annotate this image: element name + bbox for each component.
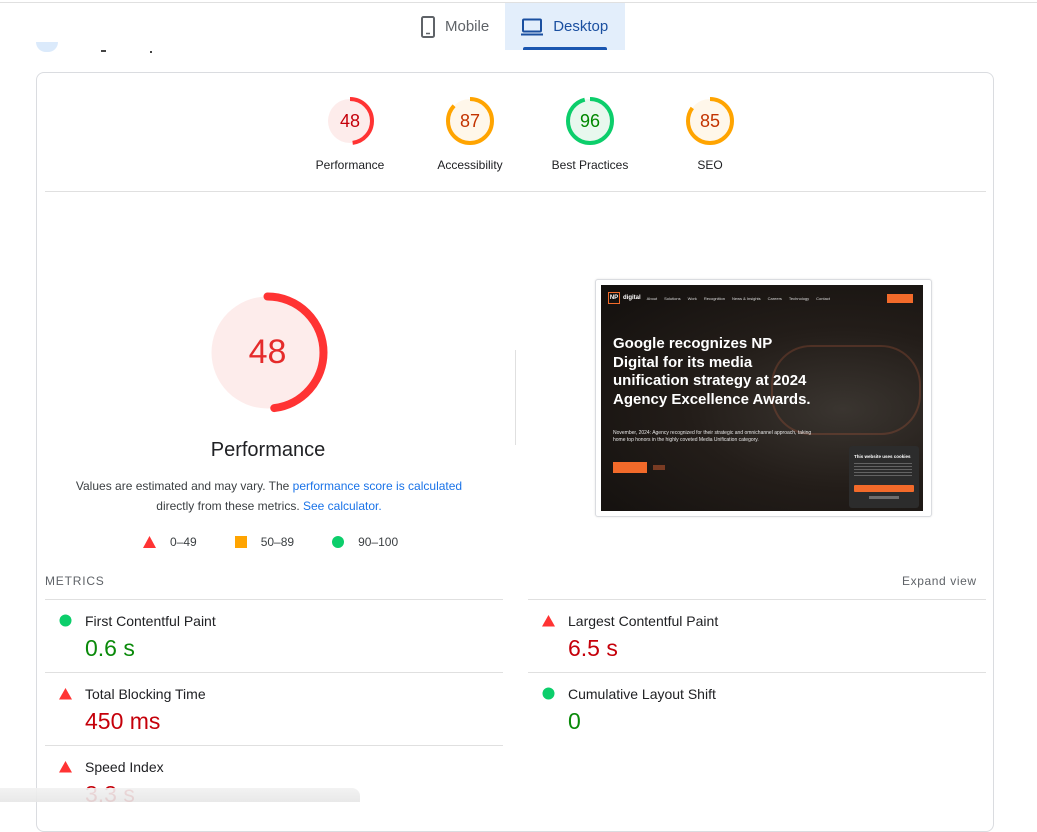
partial-url-favicon [36, 42, 58, 52]
partial-url-text [101, 50, 106, 52]
screenshot-image: NP digital About Solutions Work Recognit… [601, 285, 923, 511]
metric-value: 450 ms [85, 708, 161, 734]
gauge-label: Accessibility [437, 158, 503, 172]
score-legend: 0–49 50–89 90–100 [143, 535, 436, 549]
metric-speed-index: Speed Index 3.3 s [45, 745, 503, 819]
triangle-icon [59, 760, 72, 778]
gauge-label: Performance [315, 158, 385, 172]
triangle-icon [59, 687, 72, 705]
gauge-score: 85 [699, 111, 721, 131]
expand-view-button[interactable]: Expand view [902, 574, 977, 588]
final-screenshot[interactable]: NP digital About Solutions Work Recognit… [595, 279, 932, 517]
screenshot-secondary-link [653, 465, 665, 470]
screenshot-cta [613, 462, 647, 473]
circle-icon [59, 614, 72, 632]
gauge-seo[interactable]: 85 SEO [650, 96, 770, 172]
screenshot-subtext: November, 2024: Agency recognized for th… [613, 430, 812, 443]
gauge-score: 48 [339, 111, 361, 131]
screenshot-nav-button [887, 293, 913, 303]
tab-desktop[interactable]: Desktop [505, 3, 626, 50]
nav-link: Work [687, 295, 697, 301]
legend-range: 0–49 [170, 535, 197, 549]
legend-range: 50–89 [260, 535, 295, 549]
legend-pass: 90–100 [332, 535, 398, 549]
legend-average: 50–89 [234, 535, 295, 549]
legend-range: 90–100 [358, 535, 399, 549]
circle-icon [332, 536, 345, 548]
metric-name: Speed Index [85, 759, 164, 775]
nav-link: Contact [816, 295, 830, 301]
nav-link: Solutions [664, 295, 681, 301]
gauge-performance[interactable]: 48 Performance [290, 96, 410, 172]
metrics-heading: METRICS [45, 574, 105, 588]
circle-icon [542, 687, 555, 705]
np-logo: NP [608, 292, 620, 304]
screenshot-nav-links: About Solutions Work Recognition News & … [647, 296, 830, 301]
metric-fcp: First Contentful Paint 0.6 s [45, 599, 503, 673]
metric-name: Largest Contentful Paint [568, 613, 719, 629]
metric-name: First Contentful Paint [85, 613, 216, 629]
cookie-banner: This website uses cookies [849, 446, 919, 508]
metric-name: Cumulative Layout Shift [568, 686, 716, 702]
metric-value: 0.6 s [85, 635, 135, 661]
gauge-label: Best Practices [551, 158, 629, 172]
metric-cls: Cumulative Layout Shift 0 [528, 672, 986, 746]
device-tabs: Mobile Desktop [405, 3, 626, 50]
see-calculator-link[interactable]: See calculator. [303, 499, 382, 513]
gauge-accessibility[interactable]: 87 Accessibility [410, 96, 530, 172]
gauge-score: 87 [459, 111, 481, 131]
metric-value: 6.5 s [568, 635, 618, 661]
score-calculated-link[interactable]: performance score is calculated [293, 479, 462, 493]
performance-description: Values are estimated and may vary. The p… [60, 476, 478, 516]
tab-mobile-label: Mobile [445, 18, 490, 35]
performance-big-gauge: 48 [207, 292, 328, 413]
nav-link: Technology [788, 295, 810, 301]
triangle-icon [542, 614, 555, 632]
triangle-icon [143, 536, 156, 548]
gauges-divider [45, 191, 986, 192]
partial-url-text [150, 51, 152, 53]
cookie-accept [854, 485, 914, 492]
nav-link: News & Insights [731, 295, 761, 301]
tab-desktop-label: Desktop [553, 18, 609, 35]
tab-mobile[interactable]: Mobile [405, 3, 505, 50]
metric-value: 0 [568, 708, 581, 734]
smartphone-icon [421, 15, 435, 38]
gauge-score: 96 [579, 111, 601, 131]
desc-text: directly from these metrics. [156, 499, 303, 513]
bottom-overlay [0, 788, 360, 802]
metric-name: Total Blocking Time [85, 686, 206, 702]
nav-link: Careers [767, 295, 782, 301]
legend-fail: 0–49 [143, 535, 197, 549]
nav-link: About [646, 295, 658, 301]
gauge-label: SEO [697, 158, 723, 172]
cookie-text [854, 463, 912, 477]
vertical-divider [515, 350, 516, 445]
desc-text: Values are estimated and may vary. The [75, 479, 293, 493]
cookie-title: This website uses cookies [854, 454, 911, 459]
gauge-best-practices[interactable]: 96 Best Practices [530, 96, 650, 172]
screenshot-headline: Google recognizes NP Digital for its med… [613, 335, 811, 408]
laptop-icon [521, 18, 544, 36]
square-icon [234, 536, 247, 548]
category-gauges: 48 Performance 87 Accessibility 96 Best … [290, 96, 770, 172]
metric-tbt: Total Blocking Time 450 ms [45, 672, 503, 746]
active-tab-indicator [523, 47, 608, 50]
screenshot-nav: NP digital About Solutions Work Recognit… [608, 292, 913, 304]
performance-title: Performance [210, 439, 326, 461]
np-brand-text: digital [623, 295, 641, 301]
performance-score: 48 [248, 333, 287, 371]
nav-link: Recognition [703, 295, 725, 301]
metric-lcp: Largest Contentful Paint 6.5 s [528, 599, 986, 673]
cookie-details [869, 496, 899, 499]
